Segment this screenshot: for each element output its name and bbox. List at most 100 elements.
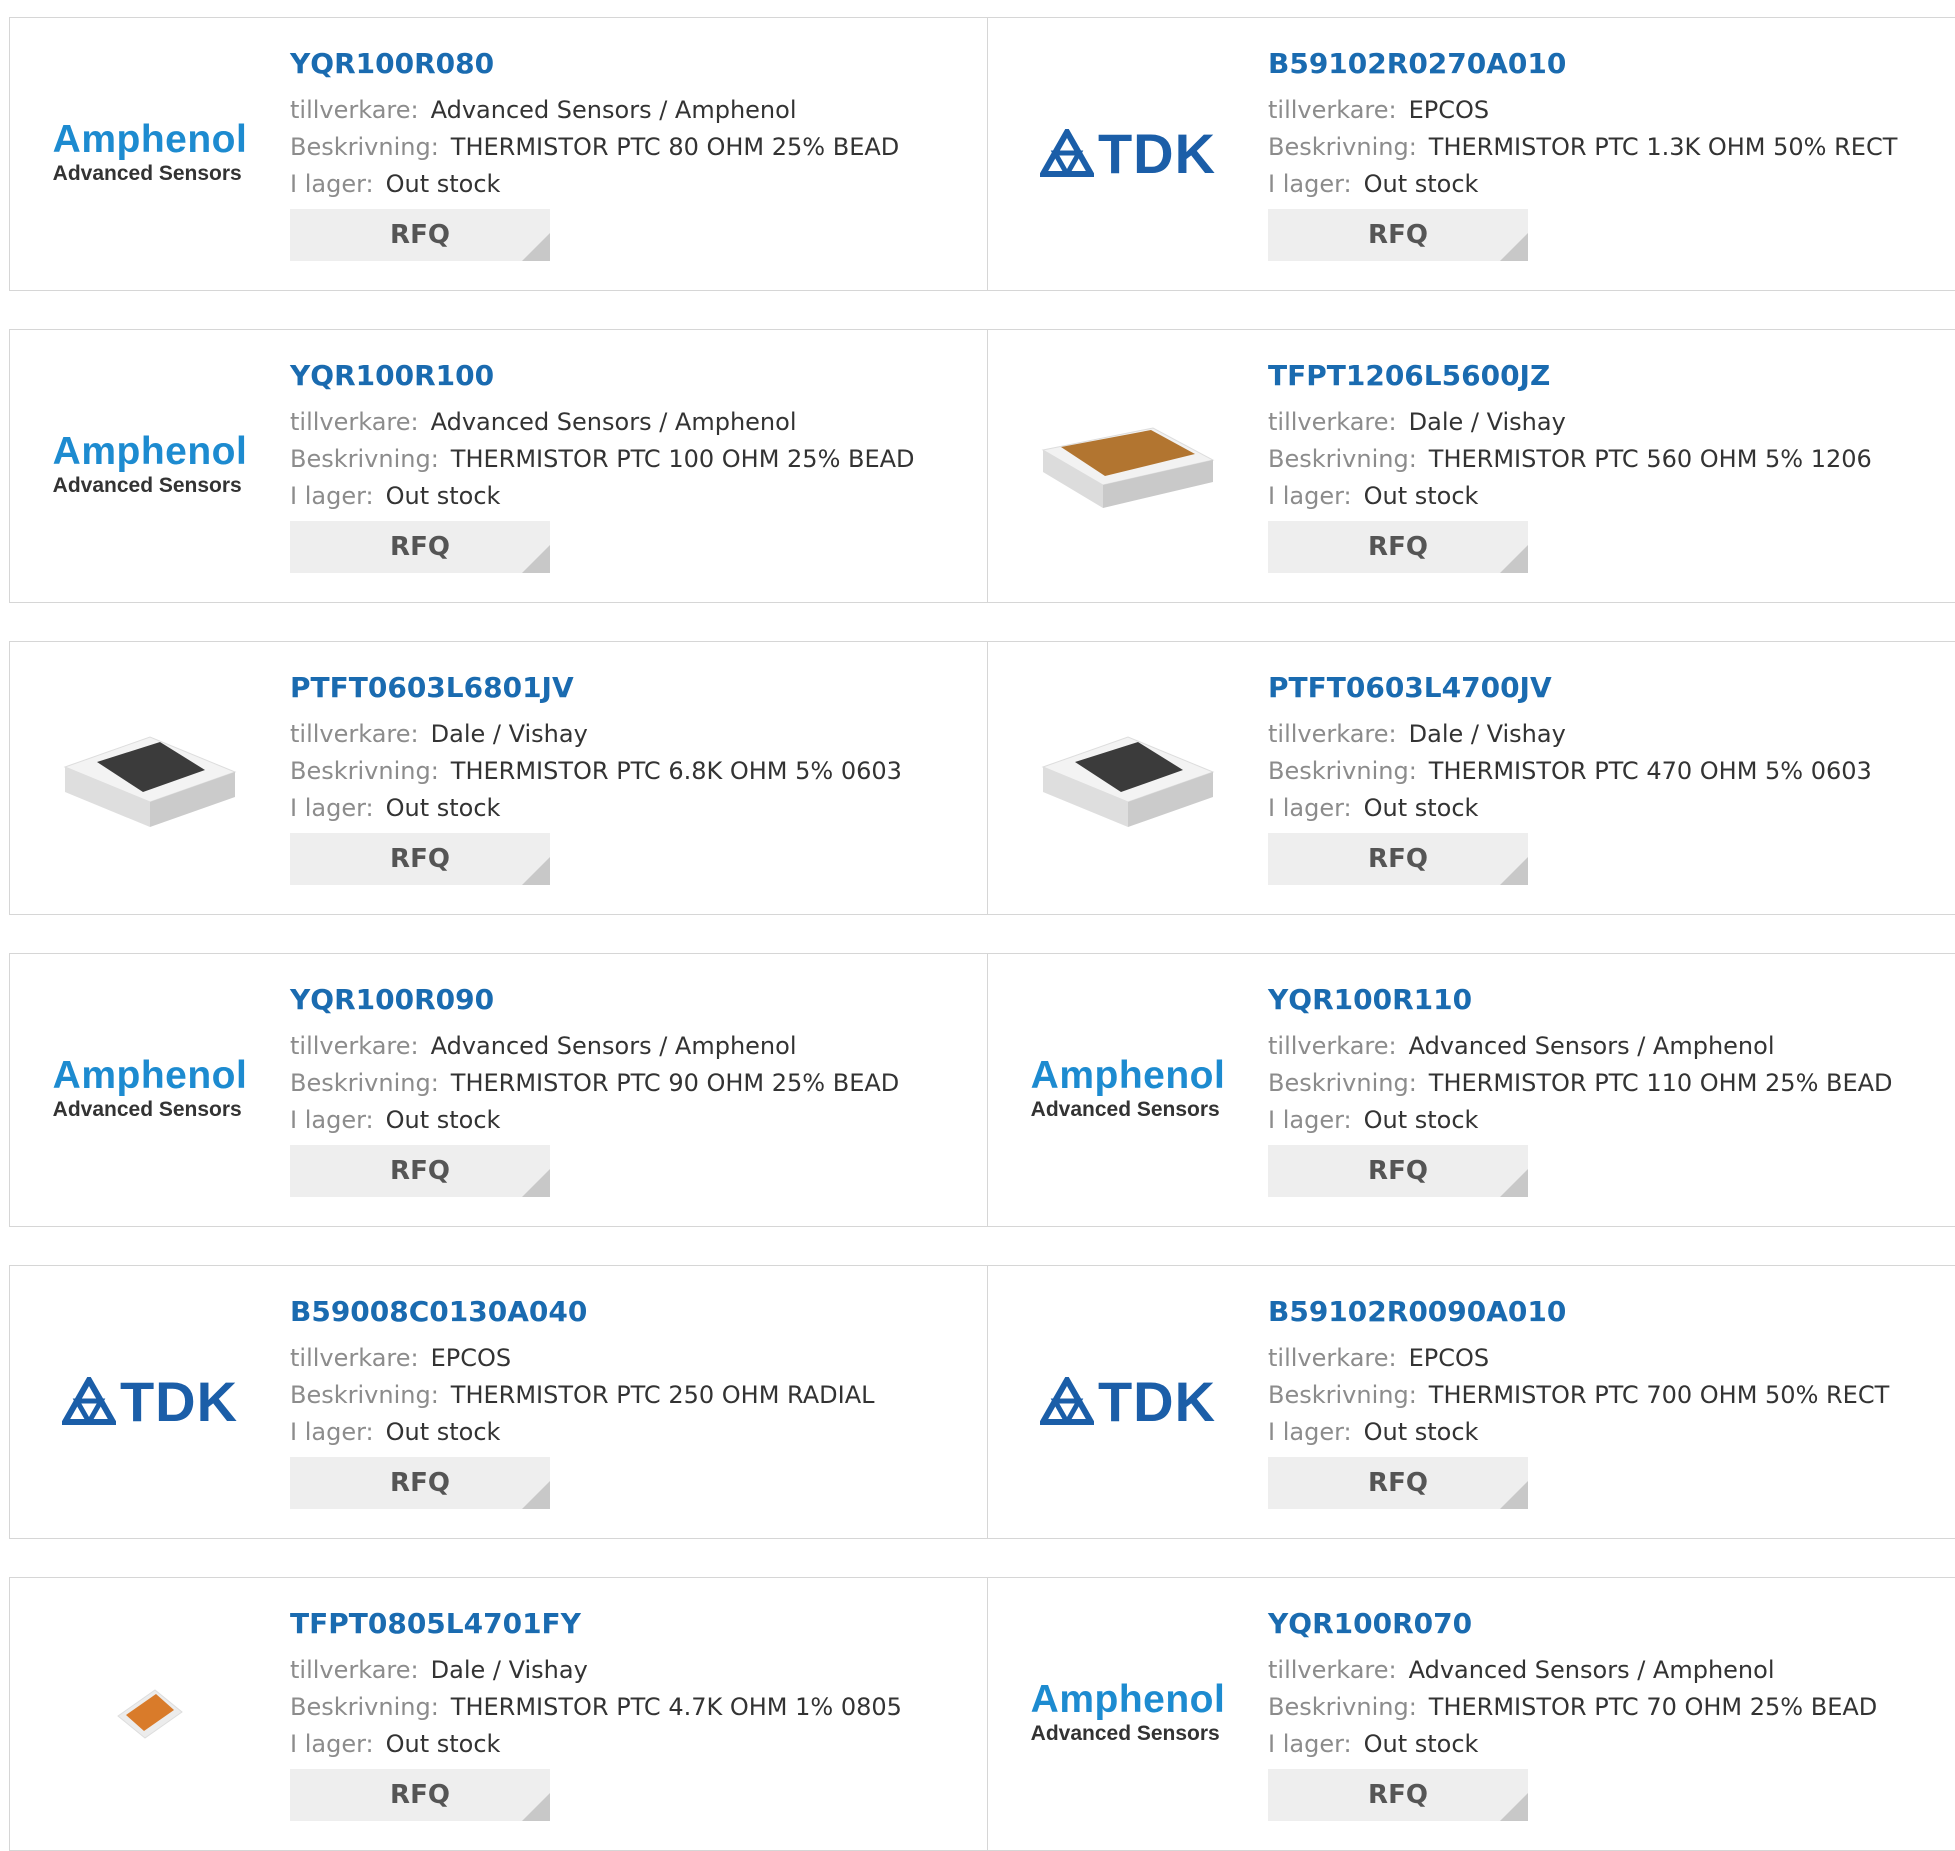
manufacturer-row: tillverkare: Advanced Sensors / Amphenol [290,404,970,441]
description-value: THERMISTOR PTC 90 OHM 25% BEAD [450,1069,900,1097]
part-number-link[interactable]: YQR100R090 [290,982,970,1018]
rfq-button[interactable]: RFQ [1268,209,1528,261]
manufacturer-label: tillverkare: [1268,1032,1397,1060]
product-card: TFPT0805L4701FY tillverkare: Dale / Vishay… [10,1578,987,1850]
product-image[interactable] [50,1613,250,1813]
product-card: Amphenol Advanced Sensors YQR100R100 tillve… [10,330,987,602]
rfq-button[interactable]: RFQ [290,1769,550,1821]
part-number-link[interactable]: YQR100R110 [1268,982,1948,1018]
description-value: THERMISTOR PTC 70 OHM 25% BEAD [1428,1693,1878,1721]
stock-row: I lager: Out stock [1268,166,1948,203]
chip-resistor-image [1033,702,1223,852]
part-number-link[interactable]: TFPT1206L5600JZ [1268,358,1948,394]
product-image[interactable]: TDK [1028,53,1228,253]
tdk-emblem-icon [61,1377,116,1425]
part-number-link[interactable]: B59008C0130A040 [290,1294,970,1330]
product-image[interactable]: Amphenol Advanced Sensors [1028,989,1228,1189]
part-number-link[interactable]: B59102R0090A010 [1268,1294,1948,1330]
manufacturer-label: tillverkare: [290,720,419,748]
description-row: Beskrivning: THERMISTOR PTC 80 OHM 25% BE… [290,129,970,166]
product-card: Amphenol Advanced Sensors YQR100R070 tillve… [988,1578,1955,1850]
stock-label: I lager: [1268,1730,1352,1758]
rfq-button[interactable]: RFQ [1268,1457,1528,1509]
product-image[interactable] [1028,365,1228,565]
description-label: Beskrivning: [1268,757,1417,785]
description-row: Beskrivning: THERMISTOR PTC 70 OHM 25% BE… [1268,1689,1948,1726]
chip-resistor-image [1033,390,1223,540]
product-row: Amphenol Advanced Sensors YQR100R100 tillve… [9,329,1955,603]
chip-resistor-image [110,1678,190,1748]
manufacturer-row: tillverkare: EPCOS [290,1340,970,1377]
stock-row: I lager: Out stock [1268,1102,1948,1139]
product-info: YQR100R110 tillverkare: Advanced Sensors /… [1268,982,1948,1139]
part-number-link[interactable]: YQR100R080 [290,46,970,82]
part-number-link[interactable]: B59102R0270A010 [1268,46,1948,82]
rfq-button[interactable]: RFQ [290,1145,550,1197]
rfq-label: RFQ [1368,1468,1428,1498]
manufacturer-value: EPCOS [1408,1344,1490,1372]
amphenol-logo: Amphenol Advanced Sensors [53,431,248,499]
product-image[interactable]: TDK [1028,1301,1228,1501]
part-number-link[interactable]: TFPT0805L4701FY [290,1606,970,1642]
stock-row: I lager: Out stock [1268,1726,1948,1763]
product-image[interactable]: Amphenol Advanced Sensors [1028,1613,1228,1813]
rfq-corner-decoration [1500,233,1528,261]
product-image[interactable]: TDK [50,1301,250,1501]
product-info: B59008C0130A040 tillverkare: EPCOS Beskrivn… [290,1294,970,1451]
rfq-button[interactable]: RFQ [1268,833,1528,885]
rfq-corner-decoration [1500,857,1528,885]
rfq-button[interactable]: RFQ [1268,1145,1528,1197]
description-label: Beskrivning: [1268,133,1417,161]
tdk-logo: TDK [61,1369,238,1434]
rfq-button[interactable]: RFQ [290,1457,550,1509]
stock-value: Out stock [1363,1730,1479,1758]
stock-value: Out stock [385,1106,501,1134]
part-number-link[interactable]: PTFT0603L6801JV [290,670,970,706]
product-image[interactable] [50,677,250,877]
product-image[interactable]: Amphenol Advanced Sensors [50,365,250,565]
product-card: TFPT1206L5600JZ tillverkare: Dale / Vishay… [988,330,1955,602]
stock-value: Out stock [385,1418,501,1446]
part-number-link[interactable]: YQR100R100 [290,358,970,394]
product-image[interactable]: Amphenol Advanced Sensors [50,53,250,253]
manufacturer-label: tillverkare: [290,1656,419,1684]
stock-label: I lager: [290,1730,374,1758]
rfq-button[interactable]: RFQ [290,833,550,885]
manufacturer-value: Dale / Vishay [1408,408,1566,436]
product-card: Amphenol Advanced Sensors YQR100R110 tillve… [988,954,1955,1226]
part-number-link[interactable]: PTFT0603L4700JV [1268,670,1948,706]
product-image[interactable] [1028,677,1228,877]
product-card: TDK B59102R0270A010 tillverkare: EPCOS Beskr… [988,18,1955,290]
tdk-emblem-icon [1039,129,1094,177]
stock-value: Out stock [385,170,501,198]
product-card: TDK B59102R0090A010 tillverkare: EPCOS Beskr… [988,1266,1955,1538]
manufacturer-label: tillverkare: [1268,1344,1397,1372]
description-row: Beskrivning: THERMISTOR PTC 700 OHM 50% R… [1268,1377,1948,1414]
rfq-label: RFQ [390,1156,450,1186]
product-info: PTFT0603L6801JV tillverkare: Dale / Vishay… [290,670,970,827]
stock-row: I lager: Out stock [290,1726,970,1763]
rfq-button[interactable]: RFQ [290,209,550,261]
product-card: TDK B59008C0130A040 tillverkare: EPCOS Beskr… [10,1266,987,1538]
description-label: Beskrivning: [290,757,439,785]
manufacturer-label: tillverkare: [290,96,419,124]
manufacturer-value: Advanced Sensors / Amphenol [430,1032,797,1060]
stock-label: I lager: [290,482,374,510]
description-value: THERMISTOR PTC 1.3K OHM 50% RECT [1428,133,1898,161]
description-row: Beskrivning: THERMISTOR PTC 90 OHM 25% BE… [290,1065,970,1102]
stock-label: I lager: [1268,170,1352,198]
rfq-button[interactable]: RFQ [1268,1769,1528,1821]
product-card: Amphenol Advanced Sensors YQR100R080 tillve… [10,18,987,290]
manufacturer-row: tillverkare: Dale / Vishay [290,716,970,753]
product-info: YQR100R080 tillverkare: Advanced Sensors /… [290,46,970,203]
description-value: THERMISTOR PTC 6.8K OHM 5% 0603 [450,757,902,785]
rfq-button[interactable]: RFQ [1268,521,1528,573]
product-info: B59102R0270A010 tillverkare: EPCOS Beskrivn… [1268,46,1948,203]
amphenol-logo: Amphenol Advanced Sensors [53,119,248,187]
rfq-button[interactable]: RFQ [290,521,550,573]
product-image[interactable]: Amphenol Advanced Sensors [50,989,250,1189]
stock-label: I lager: [1268,1418,1352,1446]
description-value: THERMISTOR PTC 80 OHM 25% BEAD [450,133,900,161]
rfq-corner-decoration [522,857,550,885]
part-number-link[interactable]: YQR100R070 [1268,1606,1948,1642]
